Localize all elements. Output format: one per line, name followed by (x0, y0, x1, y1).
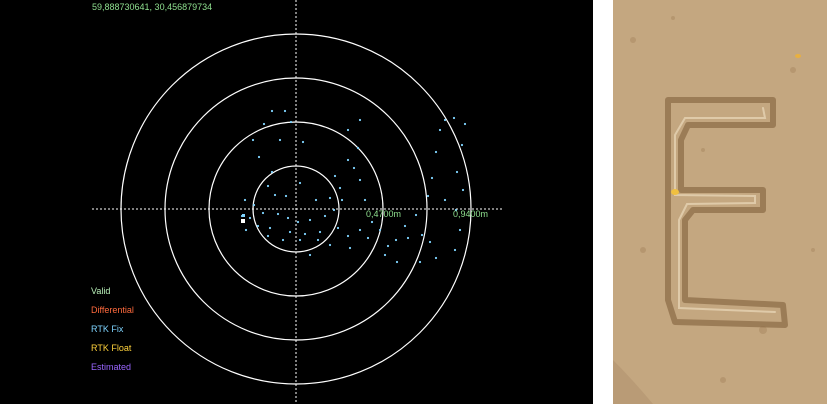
position-point (346, 158, 350, 162)
axis-label-1: 0,4700m (366, 209, 401, 219)
position-point (303, 232, 307, 236)
position-point (323, 214, 327, 218)
position-point (383, 253, 387, 257)
position-point (438, 128, 442, 132)
yellow-leaf (671, 189, 679, 195)
position-point (434, 256, 438, 260)
position-point (434, 150, 438, 154)
legend: Valid Differential RTK Fix RTK Float Est… (91, 282, 134, 377)
position-point (251, 138, 255, 142)
position-point (356, 146, 360, 150)
position-point (318, 230, 322, 234)
position-point (403, 224, 407, 228)
position-point (452, 116, 456, 120)
panel-divider (593, 0, 613, 404)
position-point (370, 220, 374, 224)
position-point (430, 176, 434, 180)
legend-item-rtk-float: RTK Float (91, 343, 132, 353)
position-point (281, 238, 285, 242)
position-point (336, 226, 340, 230)
position-point (289, 120, 293, 124)
position-point (395, 260, 399, 264)
position-point (270, 109, 274, 113)
position-point (308, 218, 312, 222)
sand-letter-e-drawing (613, 0, 827, 404)
position-point (333, 174, 337, 178)
position-point (358, 228, 362, 232)
position-point (243, 198, 247, 202)
legend-item-valid: Valid (91, 286, 111, 296)
position-point (458, 228, 462, 232)
position-point (340, 198, 344, 202)
position-point (288, 230, 292, 234)
position-point (426, 194, 430, 198)
position-point (443, 118, 447, 122)
position-point (262, 122, 266, 126)
position-point (463, 122, 467, 126)
position-point (308, 253, 312, 257)
axis-label-2: 0,9400m (453, 209, 488, 219)
position-point (261, 211, 265, 215)
position-point (266, 184, 270, 188)
position-point (406, 236, 410, 240)
current-position-fix-marker (242, 214, 245, 217)
position-point (346, 234, 350, 238)
position-point (443, 198, 447, 202)
position-point (332, 208, 336, 212)
position-point (453, 248, 457, 252)
position-point (270, 170, 274, 174)
position-point (420, 233, 424, 237)
position-point (328, 243, 332, 247)
legend-item-estimated: Estimated (91, 362, 132, 372)
position-point (348, 246, 352, 250)
position-point (352, 166, 356, 170)
legend-item-rtk-fix: RTK Fix (91, 324, 124, 334)
position-point (283, 109, 287, 113)
position-point (338, 186, 342, 190)
position-point (244, 228, 248, 232)
position-point (296, 220, 300, 224)
position-point (314, 198, 318, 202)
position-point (346, 128, 350, 132)
position-point (284, 194, 288, 198)
position-point (278, 138, 282, 142)
position-point (298, 238, 302, 242)
gnss-scatter-plot: 0,4700m 0,9400m 59,888730641, 30,4568797… (0, 0, 593, 404)
position-point (301, 140, 305, 144)
position-point (455, 170, 459, 174)
position-point (248, 216, 252, 220)
crosshair-axes (92, 0, 504, 404)
position-point (268, 226, 272, 230)
position-point (252, 203, 256, 207)
position-point (363, 198, 367, 202)
legend-item-differential: Differential (91, 305, 134, 315)
position-point (386, 244, 390, 248)
position-point (394, 238, 398, 242)
position-point (256, 224, 260, 228)
position-point (460, 143, 464, 147)
position-point (257, 155, 261, 159)
position-point (418, 260, 422, 264)
current-position-marker (241, 219, 245, 223)
sand-photo (613, 0, 827, 404)
position-point (378, 228, 382, 232)
position-point (298, 181, 302, 185)
position-point (316, 238, 320, 242)
position-point (358, 178, 362, 182)
position-point (428, 240, 432, 244)
position-point (266, 234, 270, 238)
position-point (328, 196, 332, 200)
position-point (366, 236, 370, 240)
position-point (273, 193, 277, 197)
position-point (461, 188, 465, 192)
position-point (414, 213, 418, 217)
plot-canvas: 0,4700m 0,9400m (92, 0, 504, 404)
position-point (358, 118, 362, 122)
coordinates-readout: 59,888730641, 30,456879734 (92, 2, 213, 12)
position-points (240, 109, 467, 264)
position-point (276, 212, 280, 216)
position-point (286, 216, 290, 220)
